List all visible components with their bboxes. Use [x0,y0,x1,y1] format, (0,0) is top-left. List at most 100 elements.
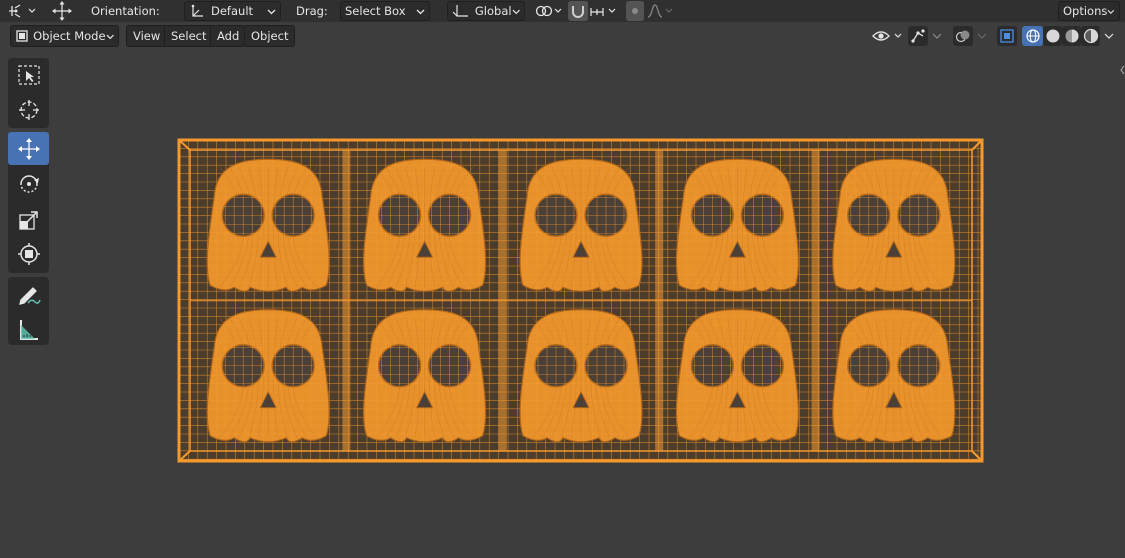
overlays-dropdown[interactable] [974,26,990,46]
gizmo-toggle[interactable] [908,26,928,46]
skull-mesh [675,158,799,292]
shading-solid-button[interactable] [1043,26,1062,46]
skull-mesh [363,309,487,443]
transform-orientation-dropdown[interactable]: Global [447,1,525,21]
overlays-icon [955,30,970,43]
annotate-tool[interactable] [8,278,49,311]
shading-rendered-button[interactable] [1081,26,1100,46]
skull-eye-socket [377,344,422,388]
cursor-icon [18,99,39,120]
chevron-down-icon [1107,9,1115,14]
proportional-editing-toggle[interactable] [626,1,644,21]
transform-space-value: Global [474,4,512,18]
pivot-point-icon [535,5,562,17]
mold-corner-edge [971,139,983,151]
skull-mesh [519,309,643,443]
skull-eye-socket [534,193,578,237]
mold-divider [498,150,507,451]
transform-tool[interactable] [8,237,49,270]
cursor-tool[interactable] [8,93,49,126]
menu-object[interactable]: Object [244,25,296,47]
skull-eye-socket [427,344,472,388]
shading-dropdown[interactable] [1101,26,1117,46]
skull-nose [572,240,590,258]
chevron-down-icon [106,34,114,39]
mode-dropdown[interactable]: Object Mode [10,25,119,47]
tool-settings-bar: Orientation: Default Drag: Select Box Gl… [0,0,1125,22]
mold-grid [178,139,982,461]
proportional-edit-icon [632,8,638,14]
overlays-toggle[interactable] [953,26,973,46]
skull-eye-socket [534,344,578,388]
chevron-down-icon [416,9,425,14]
skull-nose [259,240,278,258]
skull-eye-socket [427,193,472,237]
skull-eye-socket [377,193,422,237]
skull-eye-socket [847,344,891,388]
global-axes-icon [452,5,468,17]
transform-gizmo-button[interactable] [48,0,76,22]
mold-divider [342,150,351,451]
skull-nose [728,390,747,409]
skull-eye-socket [271,193,315,237]
mold-inner-border [189,149,973,452]
orientation-dropdown[interactable]: Default [184,1,281,21]
drag-dropdown[interactable]: Select Box [340,1,430,21]
falloff-dropdown[interactable] [646,1,676,21]
snap-target-dropdown[interactable] [589,1,619,21]
options-dropdown[interactable]: Options [1058,1,1120,21]
skull-mesh [206,158,330,292]
skull-eye-socket [221,193,265,237]
solid-sphere-icon [1046,29,1059,43]
menu-view[interactable]: View [126,25,168,47]
chevron-down-icon [1104,33,1114,39]
chevron-down-icon [267,9,276,14]
viewport-wireframe-scene[interactable] [0,0,1125,558]
measure-icon [19,319,38,340]
measure-tool[interactable] [8,313,49,346]
rendered-sphere-icon [1083,28,1098,44]
visibility-dropdown[interactable] [870,26,904,46]
mold-corner-edge [178,139,191,151]
mold-box-fill [179,140,982,461]
skull-nose [415,390,434,409]
skull-mesh [363,158,487,292]
mode-value: Object Mode [33,29,106,43]
snap-toggle[interactable] [568,1,588,21]
shading-material-button[interactable] [1062,26,1081,46]
select-box-tool[interactable] [8,58,49,91]
chevron-down-icon [932,33,942,39]
pivot-point-dropdown[interactable] [4,1,40,21]
skull-mesh [832,309,956,443]
skull-eye-socket [584,344,628,388]
gizmo-dropdown[interactable] [929,26,945,46]
rotate-tool[interactable] [8,167,49,200]
move-gizmo-icon [52,1,72,21]
eye-icon [872,31,902,41]
rotate-icon [19,174,39,193]
skull-eye-socket [221,344,265,388]
skull-eye-socket [271,344,315,388]
falloff-curve-icon [647,4,673,18]
scale-tool[interactable] [8,203,49,236]
xray-toggle[interactable] [997,26,1017,46]
magnet-icon [572,6,584,18]
drag-label: Drag: [296,4,328,18]
pivot-dropdown[interactable] [532,1,564,21]
skull-mesh [206,309,330,443]
skull-eye-socket [584,193,628,237]
wireframe-sphere-icon [1025,29,1040,43]
shading-wireframe-button[interactable] [1022,26,1043,46]
sidebar-toggle-tab[interactable] [1119,62,1125,78]
mold-divider [811,150,820,451]
skull-nose [728,240,747,258]
menu-add[interactable]: Add [210,25,247,47]
chevron-left-icon [1120,65,1125,75]
mold-corner-edge [971,450,983,462]
annotate-icon [18,286,41,305]
snap-increment-icon [590,8,616,16]
orientation-label: Orientation: [91,4,160,18]
menu-select[interactable]: Select [164,25,214,47]
gizmo-icon [911,29,925,43]
move-tool[interactable] [8,132,49,165]
